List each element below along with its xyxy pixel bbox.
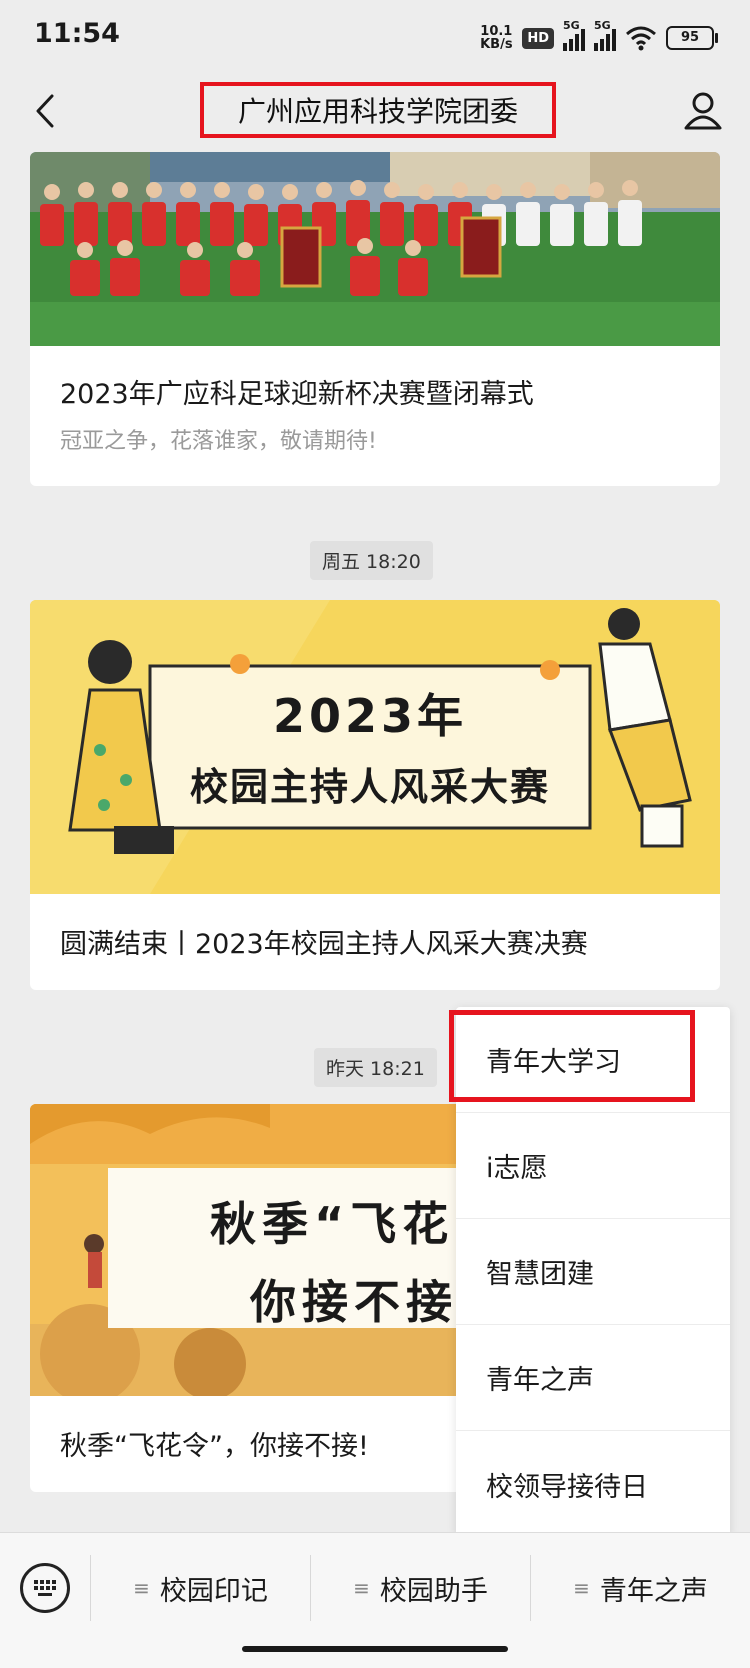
back-icon[interactable] [22,86,72,136]
nav-bar: 广州应用科技学院团委 [0,74,750,152]
menu-lines-icon: ≡ [573,1576,590,1600]
menu-tab-youth-voice[interactable]: ≡ 青年之声 [531,1555,750,1621]
signal-icon: 5G [563,19,585,51]
status-bar: 11:54 10.1 KB/s HD 5G 5G 95 [0,0,750,74]
menu-tab-campus-memory[interactable]: ≡ 校园印记 [91,1555,310,1621]
battery-icon: 95 [666,26,718,50]
submenu-item-youth-voice[interactable]: 青年之声 [456,1325,730,1431]
hd-icon: HD [522,27,554,49]
page-title: 广州应用科技学院团委 [237,95,518,128]
article-card-football[interactable]: 2023年广应科足球迎新杯决赛暨闭幕式 冠亚之争，花落谁家，敬请期待! [30,152,720,486]
banner-heading: 2023年 校园主持人风采大赛 [189,689,550,809]
article-title: 2023年广应科足球迎新杯决赛暨闭幕式 [60,379,534,410]
timestamp: 昨天 18:21 [314,1048,437,1087]
timestamp: 周五 18:20 [310,541,433,580]
submenu-item-youth-study[interactable]: 青年大学习 [456,1007,730,1113]
menu-tab-campus-assistant[interactable]: ≡ 校园助手 [311,1555,530,1621]
article-title: 圆满结束丨2023年校园主持人风采大赛决赛 [60,929,588,960]
status-time: 11:54 [34,18,120,49]
submenu-item-leader-reception[interactable]: 校领导接待日 [456,1431,730,1537]
submenu-item-volunteer[interactable]: i志愿 [456,1113,730,1219]
home-indicator[interactable] [242,1646,508,1652]
status-icons: 10.1 KB/s HD 5G 5G 95 [479,19,718,56]
wifi-icon [626,26,656,51]
menu-lines-icon: ≡ [133,1576,150,1600]
signal-icon-2: 5G [594,19,616,51]
submenu-item-smart-league[interactable]: 智慧团建 [456,1219,730,1325]
keyboard-toggle-button[interactable] [20,1563,70,1613]
article-subtitle: 冠亚之争，花落谁家，敬请期待! [60,429,377,454]
title-highlight-box: 广州应用科技学院团委 [200,82,556,138]
host-contest-banner: 2023年 校园主持人风采大赛 [30,600,720,894]
article-card-host-contest[interactable]: 2023年 校园主持人风采大赛 圆满结束丨2023年校园主持人风采大赛决赛 [30,600,720,990]
menu-lines-icon: ≡ [353,1576,370,1600]
football-team-photo [30,152,720,346]
keyboard-icon [34,1580,56,1596]
submenu-popup: 青年大学习 i志愿 智慧团建 青年之声 校领导接待日 [456,1007,730,1534]
profile-icon[interactable] [678,86,728,136]
network-speed: 10.1 KB/s [480,24,513,52]
